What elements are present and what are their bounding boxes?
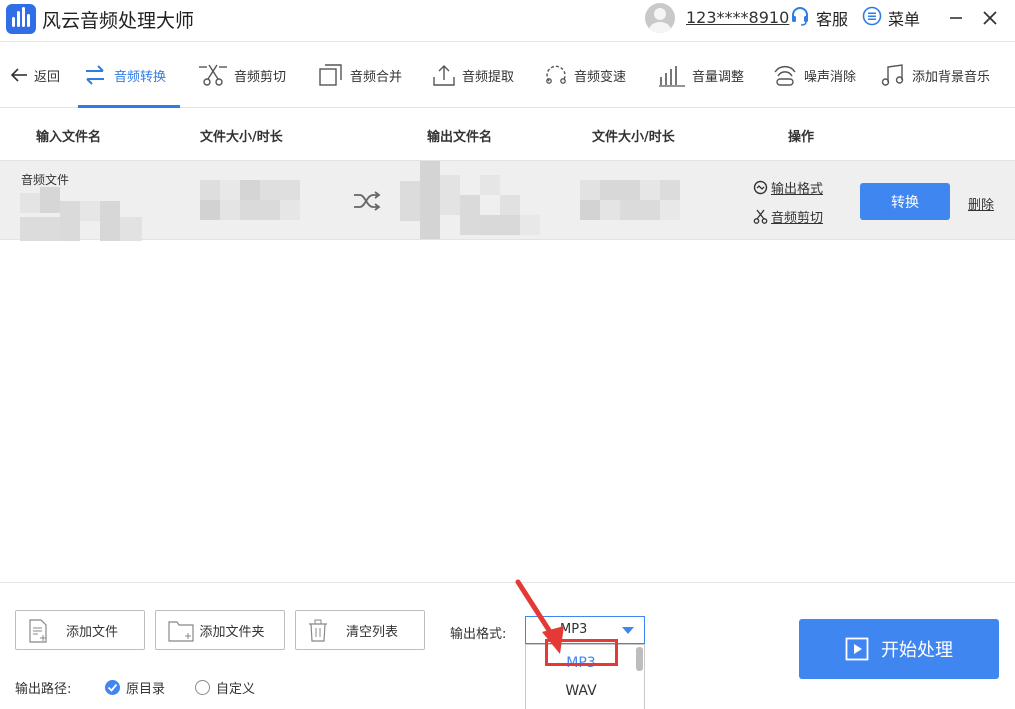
tab-audio-convert[interactable]: 音频转换 [77,43,181,108]
radio-checked-icon [105,680,120,695]
menu-button[interactable]: 菜单 [862,6,921,30]
audio-cut-label: 音频剪切 [771,211,824,226]
blurred-input-details [20,187,142,241]
column-header-output-name: 输出文件名 [427,130,493,145]
close-icon[interactable] [978,6,1002,30]
tab-label: 音量调整 [692,69,745,85]
tab-label: 音频提取 [462,69,515,85]
tab-volume-adjust[interactable]: 音量调整 [658,43,744,107]
username-link[interactable]: 123****8910 [686,8,789,27]
add-file-label: 添加文件 [65,624,118,640]
tab-audio-merge[interactable]: 音频合并 [318,43,402,107]
customer-service-button[interactable]: 客服 [790,7,848,29]
column-header-input-size: 文件大小/时长 [200,130,283,145]
radio-unchecked-icon [195,680,210,695]
start-processing-button[interactable]: 开始处理 [799,619,999,679]
wave-icon [772,63,798,87]
minimize-icon[interactable] [944,6,968,30]
music-note-icon [880,63,906,87]
output-format-label: 输出格式 [771,182,824,197]
headset-icon [790,6,810,30]
avatar[interactable] [645,3,675,33]
column-header-input-name: 输入文件名 [36,130,102,145]
clear-list-button[interactable]: 清空列表 [295,610,425,650]
chevron-down-icon [622,627,634,634]
tab-label: 噪声消除 [804,69,857,85]
blurred-output-name [400,161,540,239]
file-table-header: 输入文件名 文件大小/时长 输出文件名 文件大小/时长 操作 [0,109,1015,160]
add-file-button[interactable]: 添加文件 [15,610,145,650]
tab-label: 音频转换 [114,69,167,85]
radio-custom-directory[interactable]: 自定义 [195,678,255,697]
customer-service-label: 客服 [816,10,849,29]
start-processing-label: 开始处理 [881,640,953,661]
radio-original-directory[interactable]: 原目录 [105,678,165,697]
add-folder-button[interactable]: 添加文件夹 [155,610,285,650]
delete-link[interactable]: 删除 [968,194,994,213]
red-pointer-arrow-icon [510,578,570,662]
menu-list-icon [862,6,882,30]
format-option-wav[interactable]: WAV [526,677,636,705]
column-header-actions: 操作 [788,130,815,145]
arrow-left-icon [10,67,28,83]
radio-label: 原目录 [126,682,166,697]
clear-list-label: 清空列表 [345,624,398,640]
blurred-output-size [580,180,700,220]
tab-noise-removal[interactable]: 噪声消除 [772,43,856,107]
output-path-label: 输出路径: [15,682,72,697]
tab-audio-cut[interactable]: 音频剪切 [198,43,286,107]
speed-icon [544,63,568,87]
dropdown-scrollbar[interactable] [636,647,643,671]
tab-label: 音频变速 [574,69,627,85]
output-format-link[interactable]: 输出格式 [753,178,823,197]
title-bar: 风云音频处理大师 123****8910 客服 菜单 [0,0,1015,42]
app-title: 风云音频处理大师 [42,10,195,32]
play-icon [845,637,869,661]
bottom-panel: 添加文件 添加文件夹 清空列表 输出格式: MP3 MP3 WAV 输出路径: … [0,582,1015,709]
input-file-name: 音频文件 [21,173,70,187]
tab-add-background-music[interactable]: 添加背景音乐 [880,43,990,107]
audio-cut-link[interactable]: 音频剪切 [753,207,823,226]
shuffle-icon [353,191,381,215]
scissors-icon [198,63,228,87]
volume-bars-icon [658,63,686,87]
format-icon [753,180,768,195]
tab-label: 添加背景音乐 [912,69,991,85]
radio-label: 自定义 [216,682,256,697]
tab-audio-extract[interactable]: 音频提取 [432,43,514,107]
convert-arrows-icon [82,64,108,86]
back-label: 返回 [34,69,61,85]
back-button[interactable]: 返回 [10,43,60,107]
upload-icon [432,63,456,87]
convert-button[interactable]: 转换 [860,183,950,220]
tab-label: 音频合并 [350,69,403,85]
output-format-field-label: 输出格式: [450,627,507,642]
menu-label: 菜单 [888,10,921,29]
add-folder-label: 添加文件夹 [199,624,265,640]
scissors-icon [753,209,768,224]
blurred-input-size [200,180,300,220]
app-logo-icon [6,4,36,34]
column-header-output-size: 文件大小/时长 [592,130,675,145]
function-toolbar: 返回 音频转换 音频剪切 音频合并 音频提取 音频变速 音量调整 噪声消除 添加… [0,43,1015,108]
merge-icon [318,63,344,87]
tab-audio-speed[interactable]: 音频变速 [544,43,626,107]
tab-label: 音频剪切 [234,69,287,85]
table-row[interactable]: 音频文件 输出格式 音频剪切 转换 删除 [0,160,1015,241]
